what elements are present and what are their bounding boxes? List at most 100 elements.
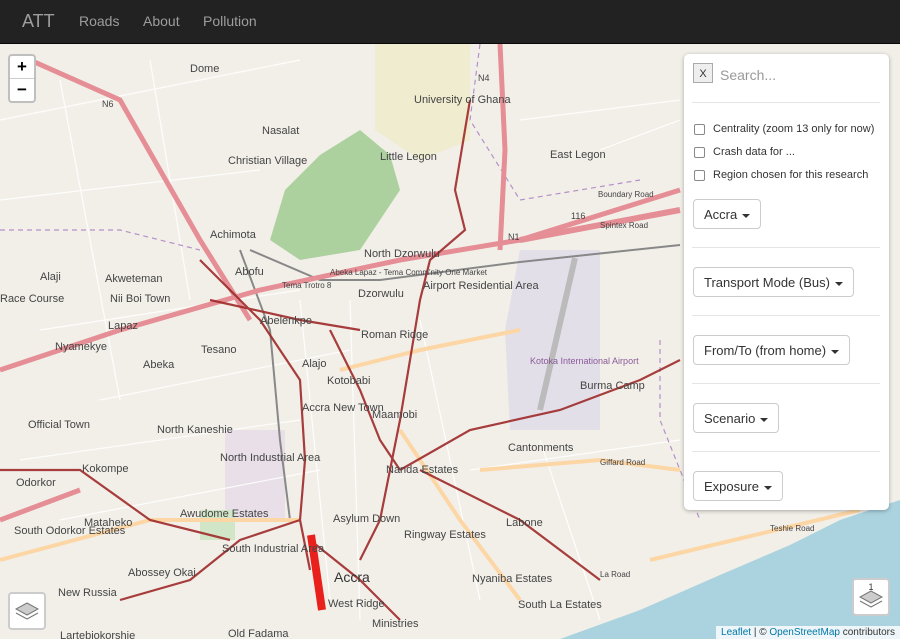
svg-text:Roman Ridge: Roman Ridge (361, 329, 428, 341)
svg-text:Alajo: Alajo (302, 358, 326, 370)
svg-text:Awudome Estates: Awudome Estates (180, 508, 269, 520)
checkbox-icon[interactable] (694, 146, 705, 158)
svg-text:Little Legon: Little Legon (380, 151, 437, 163)
svg-text:South Industrial Area: South Industrial Area (222, 543, 325, 555)
svg-text:Ministries: Ministries (372, 618, 419, 630)
checkbox-crash-data[interactable]: Crash data for ... (694, 146, 795, 158)
svg-text:Tema Trotro 8: Tema Trotro 8 (282, 281, 332, 290)
svg-text:Achimota: Achimota (210, 229, 257, 241)
map-attribution: Leaflet | © OpenStreetMap contributors (716, 626, 900, 639)
transport-mode-dropdown[interactable]: Transport Mode (Bus) (693, 267, 854, 297)
svg-text:Race Course: Race Course (0, 293, 64, 305)
svg-text:Burma Camp: Burma Camp (580, 380, 645, 392)
svg-text:Nii Boi Town: Nii Boi Town (110, 293, 170, 305)
svg-text:Dome: Dome (190, 63, 219, 75)
svg-text:Kotobabi: Kotobabi (327, 375, 370, 387)
dropdown-label: Transport Mode (Bus) (704, 275, 830, 290)
leaflet-link[interactable]: Leaflet (721, 627, 751, 638)
from-to-dropdown[interactable]: From/To (from home) (693, 335, 851, 365)
nav-about[interactable]: About (143, 13, 180, 29)
svg-text:North Kaneshie: North Kaneshie (157, 424, 233, 436)
caret-down-icon (742, 213, 751, 218)
divider (692, 247, 880, 248)
zoom-out-button[interactable]: − (10, 78, 34, 101)
svg-text:North Dzorwulu: North Dzorwulu (364, 248, 440, 260)
close-button[interactable]: X (693, 63, 713, 83)
svg-text:Old Fadama: Old Fadama (228, 628, 289, 639)
svg-text:Kokompe: Kokompe (82, 463, 128, 475)
svg-text:Nyamekye: Nyamekye (55, 341, 107, 353)
svg-text:Alaji: Alaji (40, 271, 61, 283)
svg-text:Abeka Lapaz - Tema Comm'nity O: Abeka Lapaz - Tema Comm'nity One Market (330, 268, 488, 277)
exposure-dropdown[interactable]: Exposure (693, 471, 783, 501)
svg-text:Nasalat: Nasalat (262, 125, 299, 137)
checkbox-region[interactable]: Region chosen for this research (694, 169, 868, 181)
svg-text:New Russia: New Russia (58, 587, 118, 599)
svg-text:Tesano: Tesano (201, 344, 236, 356)
divider (692, 383, 880, 384)
svg-text:Mataheko: Mataheko (84, 517, 132, 529)
scenario-dropdown[interactable]: Scenario (693, 403, 780, 433)
svg-text:Nyaniba Estates: Nyaniba Estates (472, 573, 553, 585)
city-dropdown[interactable]: Accra (693, 199, 762, 229)
checkbox-label: Centrality (zoom 13 only for now) (713, 123, 875, 135)
svg-text:Odorkor: Odorkor (16, 477, 56, 489)
checkbox-label: Crash data for ... (713, 146, 795, 158)
svg-text:Airport Residential Area: Airport Residential Area (423, 280, 539, 292)
svg-text:Abelenkpe: Abelenkpe (260, 315, 312, 327)
svg-text:Abofu: Abofu (235, 266, 264, 278)
osm-link[interactable]: OpenStreetMap (769, 627, 840, 638)
svg-text:N1: N1 (508, 232, 520, 242)
svg-text:North Industrial Area: North Industrial Area (220, 452, 321, 464)
svg-text:Teshie Road: Teshie Road (770, 524, 814, 533)
svg-text:West Ridge: West Ridge (328, 598, 385, 610)
svg-text:Labone: Labone (506, 517, 543, 529)
attribution-separator: | © (751, 627, 770, 638)
caret-down-icon (834, 281, 843, 286)
divider (692, 451, 880, 452)
svg-text:Lartebiokorshie: Lartebiokorshie (60, 630, 135, 639)
navbar: ATT Roads About Pollution (0, 0, 900, 44)
caret-down-icon (831, 349, 840, 354)
svg-text:Abeka: Abeka (143, 359, 175, 371)
svg-text:Spintex Road: Spintex Road (600, 221, 648, 230)
layers-control-right[interactable]: 1 (852, 578, 890, 616)
svg-text:Christian Village: Christian Village (228, 155, 307, 167)
svg-text:Lapaz: Lapaz (108, 320, 138, 332)
svg-text:Giffard Road: Giffard Road (600, 458, 645, 467)
zoom-control: + − (8, 54, 36, 103)
svg-text:Kotoka International Airport: Kotoka International Airport (530, 356, 639, 366)
svg-text:N6: N6 (102, 99, 114, 109)
search-input[interactable] (718, 62, 882, 88)
control-panel: X Centrality (zoom 13 only for now) Cras… (684, 54, 889, 510)
svg-text:Ringway Estates: Ringway Estates (404, 529, 486, 541)
checkbox-icon[interactable] (694, 169, 705, 181)
svg-text:Cantonments: Cantonments (508, 442, 574, 454)
checkbox-icon[interactable] (694, 123, 705, 135)
svg-text:Boundary Road: Boundary Road (598, 190, 654, 199)
caret-down-icon (763, 485, 772, 490)
svg-text:Official Town: Official Town (28, 419, 90, 431)
dropdown-label: Exposure (704, 479, 759, 494)
dropdown-label: Accra (704, 207, 738, 222)
svg-text:116: 116 (571, 211, 585, 221)
svg-text:Abossey Okai: Abossey Okai (128, 567, 196, 579)
caret-down-icon (760, 417, 769, 422)
svg-text:N4: N4 (478, 73, 490, 83)
svg-text:Maamobi: Maamobi (372, 409, 417, 421)
nav-pollution[interactable]: Pollution (203, 13, 257, 29)
nav-roads[interactable]: Roads (79, 13, 119, 29)
svg-text:South La Estates: South La Estates (518, 599, 602, 611)
brand[interactable]: ATT (22, 11, 55, 32)
attribution-suffix: contributors (839, 627, 895, 638)
checkbox-label: Region chosen for this research (713, 169, 869, 181)
checkbox-centrality[interactable]: Centrality (zoom 13 only for now) (694, 123, 874, 135)
divider (692, 102, 880, 103)
svg-text:Accra: Accra (334, 569, 370, 585)
zoom-in-button[interactable]: + (10, 56, 34, 78)
svg-text:La Road: La Road (600, 570, 630, 579)
layers-control-left[interactable] (8, 592, 46, 630)
dropdown-label: Scenario (704, 411, 756, 426)
svg-text:University of Ghana: University of Ghana (414, 94, 511, 106)
dropdown-label: From/To (from home) (704, 343, 827, 358)
